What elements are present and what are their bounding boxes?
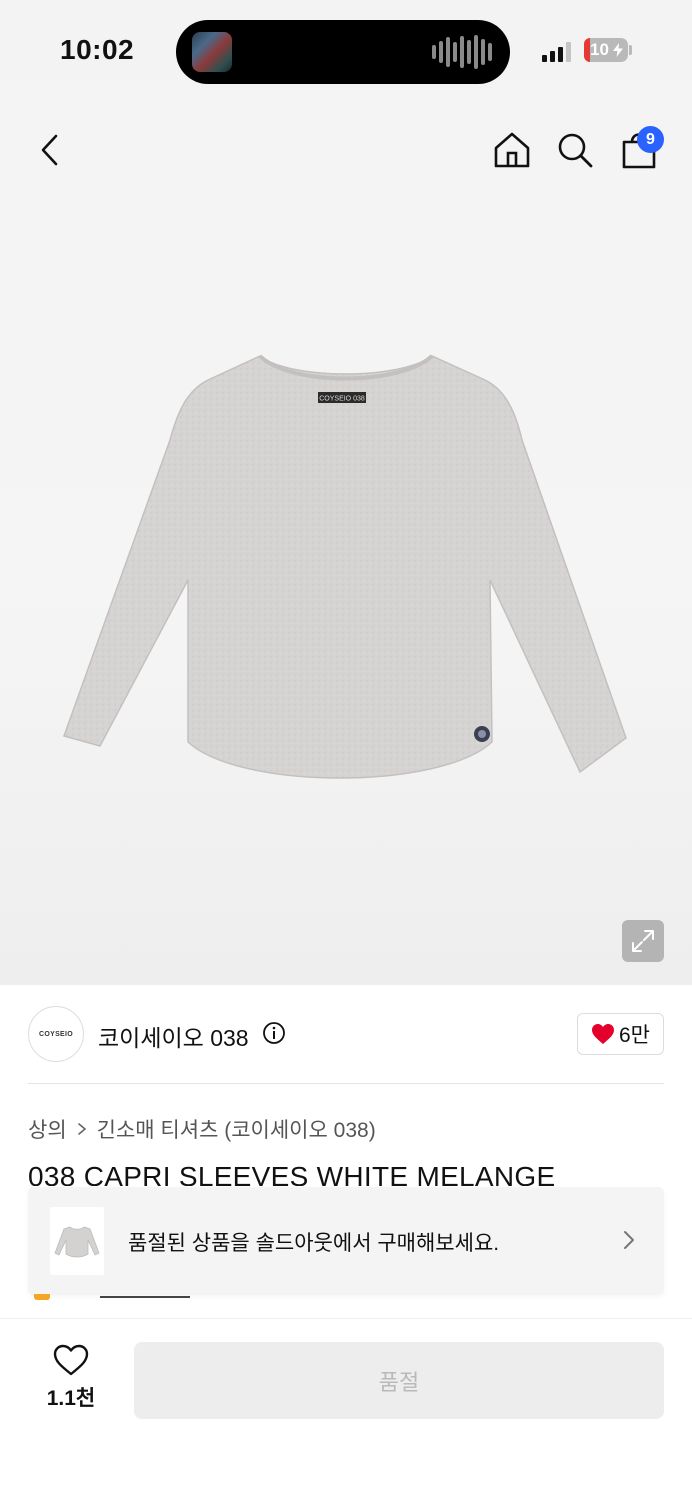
brand-logo[interactable]: COYSEIO	[28, 1006, 84, 1062]
product-title: 038 CAPRI SLEEVES WHITE MELANGE	[28, 1161, 556, 1186]
brand-like-count: 6만	[619, 1024, 650, 1047]
expand-icon	[632, 930, 654, 952]
soldout-button[interactable]: 품절	[134, 1342, 664, 1419]
breadcrumb-subcategory[interactable]: 긴소매 티셔츠 (코이세이오 038)	[97, 1114, 376, 1144]
charging-bolt-icon	[613, 43, 623, 57]
breadcrumb-category[interactable]: 상의	[28, 1114, 67, 1144]
battery-cap	[629, 45, 632, 55]
search-icon	[558, 133, 593, 168]
soldout-banner[interactable]: 품절된 상품을 솔드아웃에서 구매해보세요.	[28, 1187, 664, 1295]
brand-name[interactable]: 코이세이오 038	[98, 1019, 249, 1053]
chevron-right-icon	[77, 1123, 86, 1135]
product-image[interactable]: COYSEIO 038	[60, 350, 632, 795]
garment-label: COYSEIO 038	[319, 396, 365, 403]
search-button[interactable]	[551, 126, 599, 174]
home-icon	[494, 132, 530, 168]
chevron-left-icon	[41, 134, 58, 166]
expand-image-button[interactable]	[622, 920, 664, 962]
section-divider	[28, 1083, 664, 1084]
battery-percent: 10	[590, 40, 609, 59]
brand-logo-text: COYSEIO	[39, 1030, 73, 1038]
wishlist-button[interactable]: 1.1천	[40, 1344, 102, 1414]
dynamic-island[interactable]	[176, 20, 510, 84]
audio-waveform-icon	[432, 35, 492, 69]
info-icon[interactable]	[262, 1021, 286, 1045]
cart-count-badge: 9	[637, 126, 664, 153]
brand-like-button[interactable]: 6만	[577, 1013, 664, 1055]
banner-thumbnail	[50, 1207, 104, 1275]
rating-star-icon	[34, 1294, 50, 1300]
now-playing-artwork	[192, 32, 232, 72]
home-button[interactable]	[488, 126, 536, 174]
cellular-signal-icon	[542, 40, 571, 62]
breadcrumb: 상의 긴소매 티셔츠 (코이세이오 038)	[28, 1114, 376, 1144]
heart-filled-icon	[592, 1024, 614, 1044]
banner-text: 품절된 상품을 솔드아웃에서 구매해보세요.	[128, 1232, 500, 1255]
back-button[interactable]	[26, 126, 74, 174]
status-time: 10:02	[60, 34, 135, 65]
battery-icon: 10	[584, 38, 628, 62]
review-link-underline	[100, 1296, 190, 1298]
chevron-right-icon	[624, 1231, 634, 1249]
wishlist-count: 1.1천	[46, 1387, 96, 1410]
heart-outline-icon	[53, 1344, 89, 1376]
status-bar: 10:02 10	[0, 0, 692, 100]
